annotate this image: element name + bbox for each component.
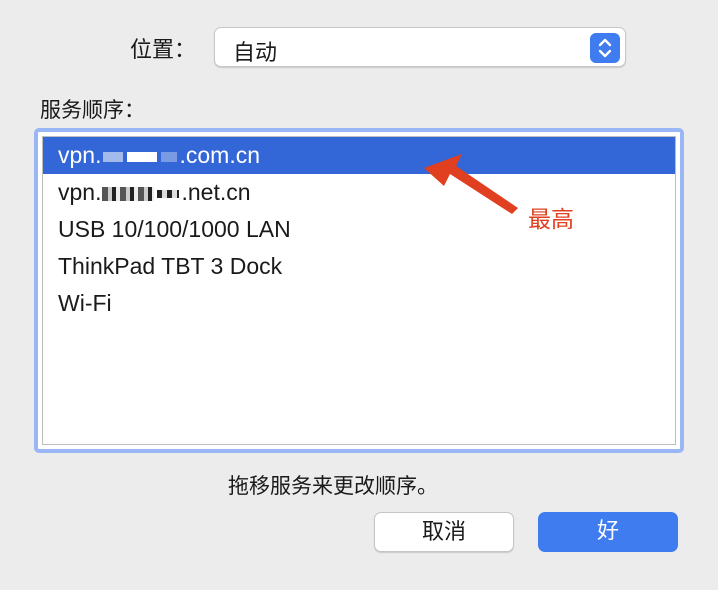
- annotation-arrow-icon: [424, 154, 518, 214]
- location-select-value: 自动: [233, 41, 278, 66]
- list-item[interactable]: vpn. .com.cn: [43, 137, 675, 174]
- location-select[interactable]: 自动: [214, 27, 626, 67]
- redacted-region: [157, 189, 180, 198]
- redacted-region: [127, 151, 158, 162]
- service-list-frame: vpn. .com.cn vpn. .net.cn USB 10/100/1000 …: [34, 128, 684, 453]
- cancel-button[interactable]: 取消: [374, 512, 514, 552]
- service-name-suffix: .net.cn: [181, 179, 251, 205]
- annotation-label: 最高: [528, 207, 574, 233]
- service-name: Wi-Fi: [58, 290, 112, 316]
- up-down-chevron-icon[interactable]: [590, 33, 620, 63]
- redacted-region: [161, 151, 178, 162]
- list-item[interactable]: ThinkPad TBT 3 Dock: [43, 248, 675, 285]
- service-name-suffix: .com.cn: [179, 142, 261, 168]
- redacted-region: [102, 186, 155, 201]
- service-name-prefix: vpn.: [58, 179, 102, 205]
- ok-button[interactable]: 好: [538, 512, 678, 552]
- redacted-region: [103, 151, 124, 162]
- service-name-prefix: vpn.: [58, 142, 102, 168]
- list-item[interactable]: Wi-Fi: [43, 285, 675, 322]
- service-name: ThinkPad TBT 3 Dock: [58, 253, 283, 279]
- drag-hint: 拖移服务来更改顺序。: [228, 474, 438, 498]
- list-item[interactable]: USB 10/100/1000 LAN: [43, 211, 675, 248]
- service-order-dialog: 位置： 自动 服务顺序： vpn. .com.cn vpn. .net.cn USB…: [0, 0, 718, 590]
- list-item[interactable]: vpn. .net.cn: [43, 174, 675, 211]
- location-label: 位置：: [130, 38, 197, 63]
- service-list[interactable]: vpn. .com.cn vpn. .net.cn USB 10/100/1000 …: [42, 136, 676, 445]
- service-name: USB 10/100/1000 LAN: [58, 216, 291, 242]
- service-order-label: 服务顺序：: [40, 98, 145, 122]
